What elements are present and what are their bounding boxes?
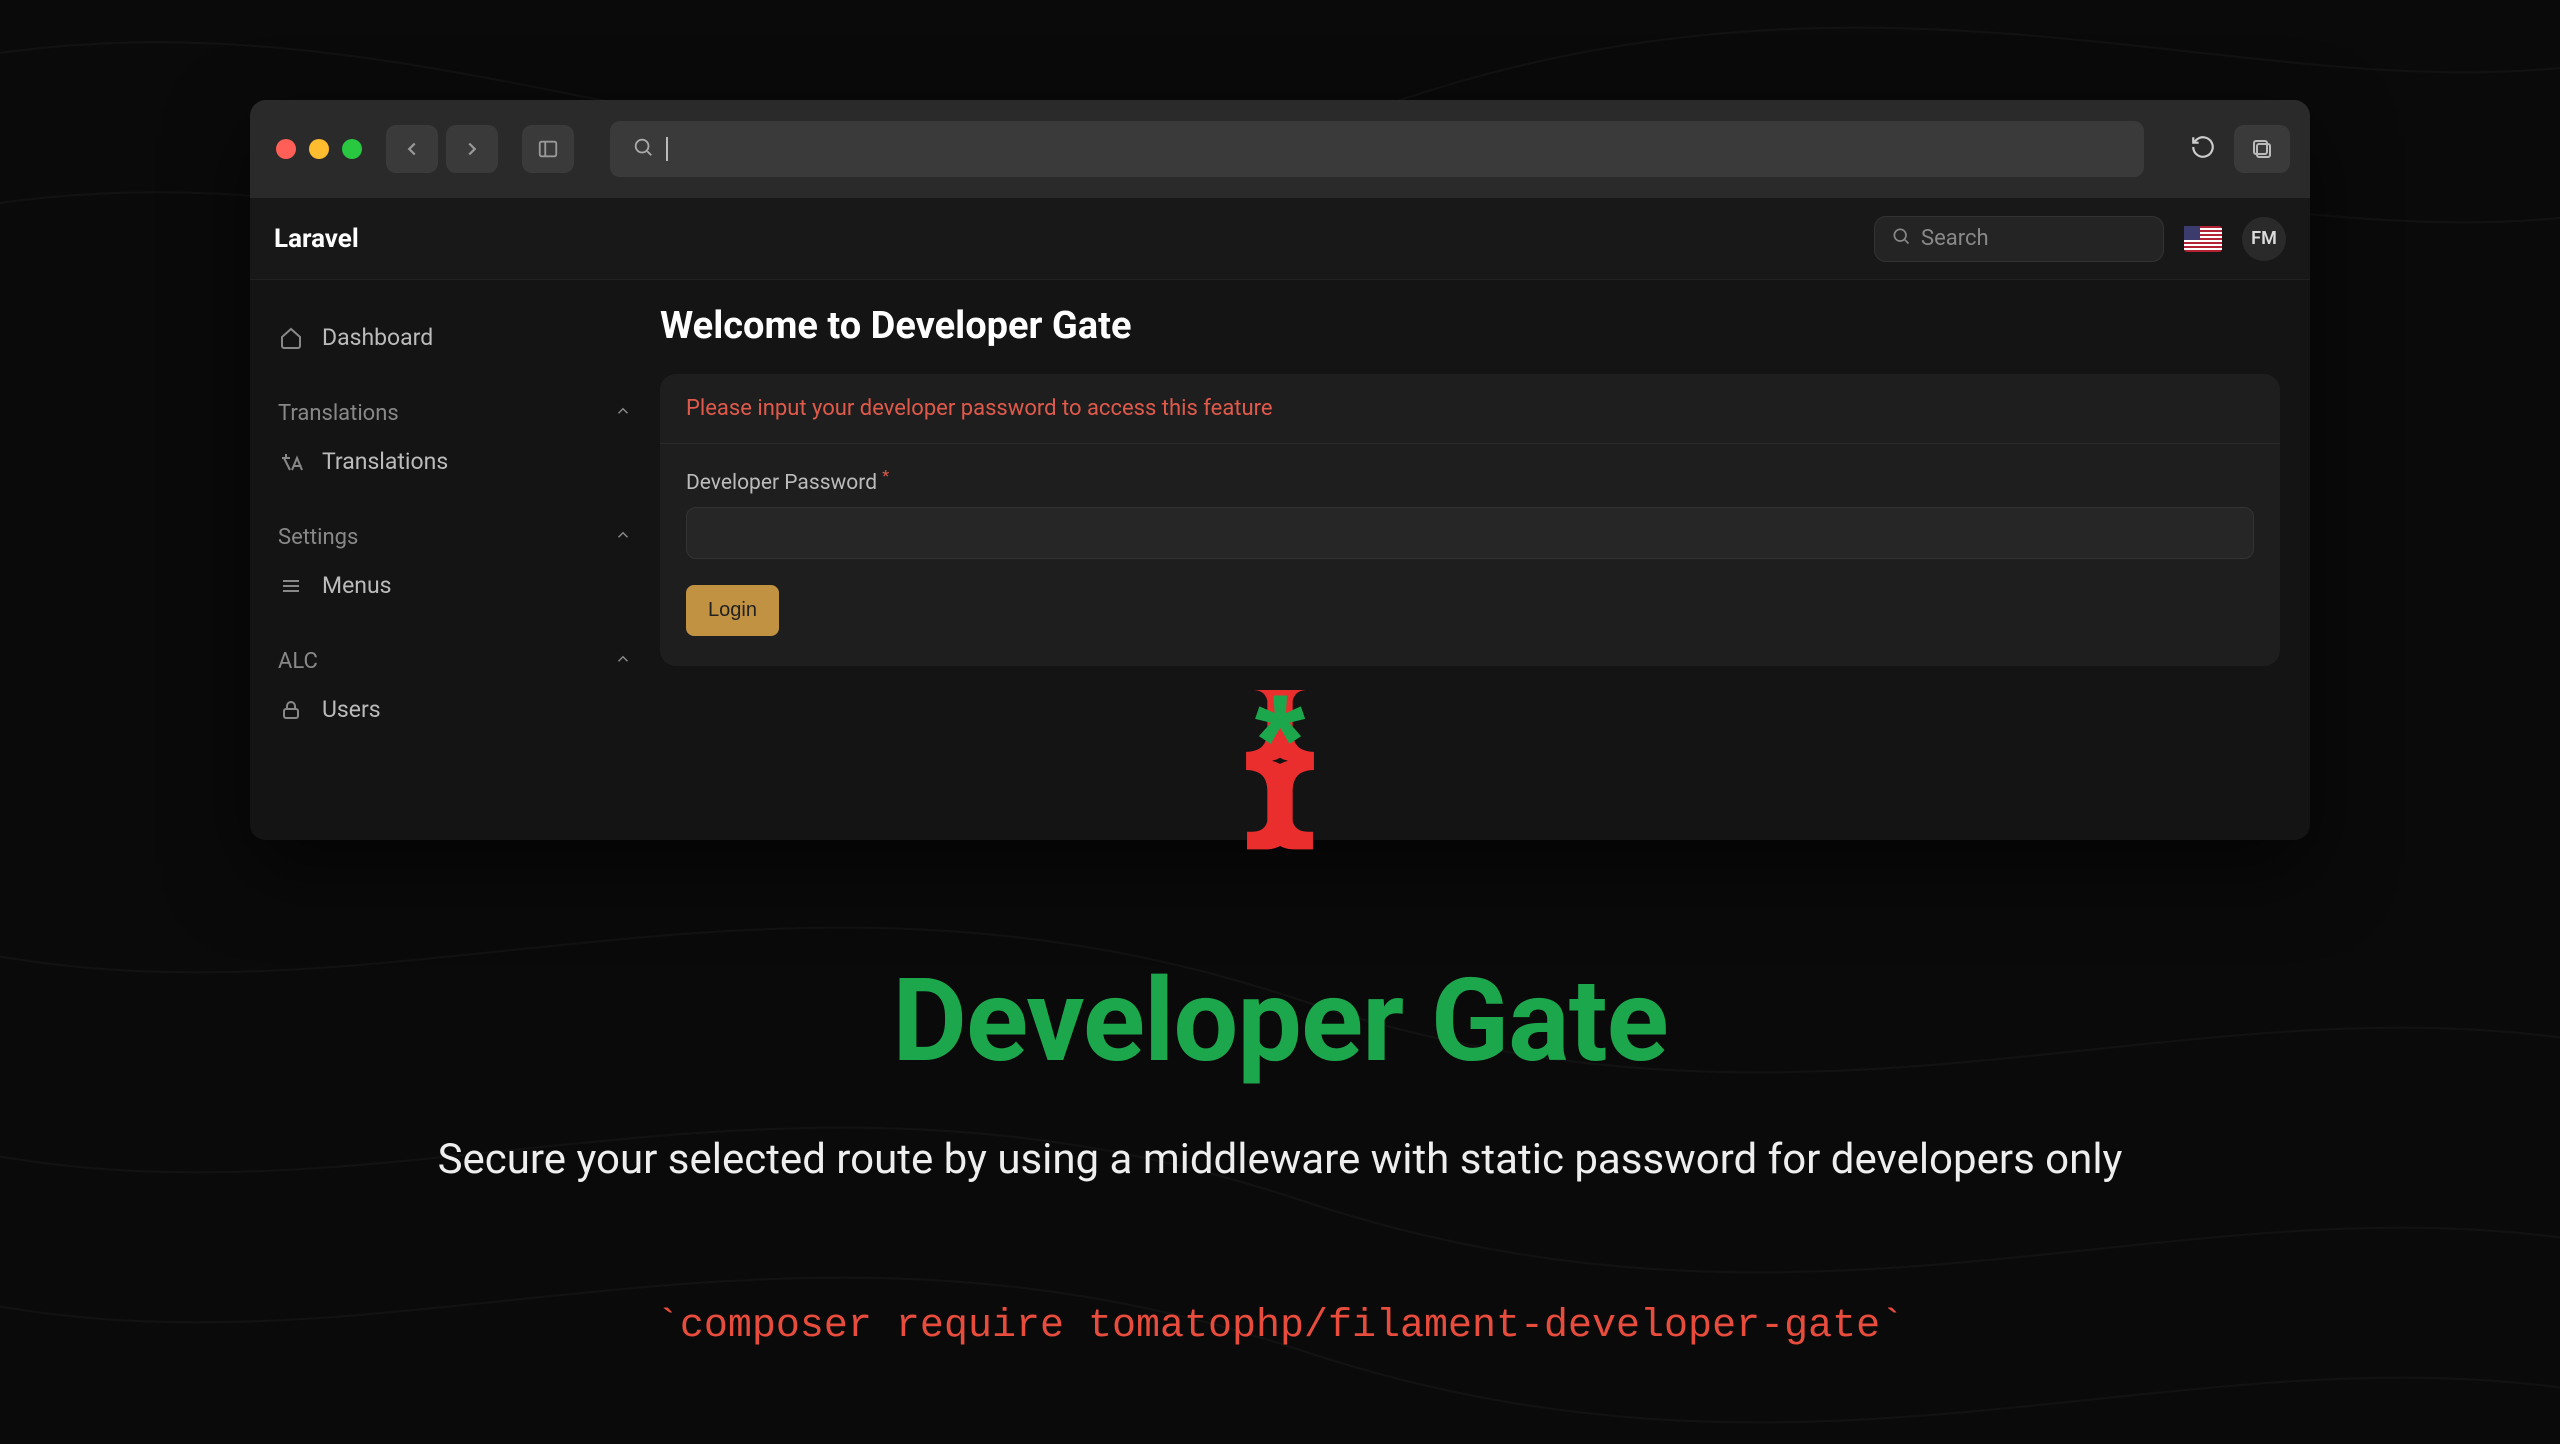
brand-logo-icon: { { * [438, 690, 2123, 914]
chevron-up-icon [614, 649, 632, 674]
tabs-button[interactable] [2234, 125, 2290, 173]
promo-title: Developer Gate [438, 954, 2123, 1089]
reload-button[interactable] [2190, 134, 2216, 164]
sidebar-section-settings[interactable]: Settings [268, 517, 642, 558]
sidebar-toggle-button[interactable] [522, 125, 574, 173]
nav-forward-button[interactable] [446, 125, 498, 173]
nav-back-button[interactable] [386, 125, 438, 173]
login-button[interactable]: Login [686, 585, 779, 636]
avatar[interactable]: FM [2242, 217, 2286, 261]
promo-section: { { * Developer Gate Secure your selecte… [438, 690, 2123, 1349]
avatar-initials: FM [2251, 228, 2277, 249]
home-icon [278, 325, 304, 351]
minimize-window-button[interactable] [309, 139, 329, 159]
developer-password-input[interactable] [686, 507, 2254, 559]
sidebar-item-label: Menus [322, 572, 392, 599]
sidebar-item-translations[interactable]: Translations [268, 434, 642, 489]
search-placeholder: Search [1921, 226, 1989, 251]
warning-message: Please input your developer password to … [660, 374, 2280, 444]
promo-command: `composer require tomatophp/filament-dev… [438, 1304, 2123, 1349]
search-input[interactable]: Search [1874, 216, 2164, 262]
traffic-lights [276, 139, 362, 159]
promo-subtitle: Secure your selected route by using a mi… [438, 1135, 2123, 1184]
locale-flag-us[interactable] [2184, 226, 2222, 252]
maximize-window-button[interactable] [342, 139, 362, 159]
password-label: Developer Password * [686, 466, 2254, 495]
brand-label: Laravel [274, 224, 359, 254]
svg-text:*: * [1255, 690, 1306, 813]
sidebar-item-dashboard[interactable]: Dashboard [268, 310, 642, 365]
sidebar-section-label: Translations [278, 401, 399, 426]
sidebar-item-label: Users [322, 696, 381, 723]
browser-titlebar [250, 100, 2310, 198]
sidebar-section-alc[interactable]: ALC [268, 641, 642, 682]
search-icon [1891, 226, 1911, 252]
lock-icon [278, 697, 304, 723]
sidebar-item-label: Dashboard [322, 324, 433, 351]
sidebar-item-menus[interactable]: Menus [268, 558, 642, 613]
page-title: Welcome to Developer Gate [660, 304, 2280, 348]
translate-icon [278, 449, 304, 475]
address-bar[interactable] [610, 121, 2144, 177]
sidebar-section-label: ALC [278, 649, 318, 674]
sidebar-item-label: Translations [322, 448, 448, 475]
cursor-icon [666, 137, 668, 161]
sidebar-section-label: Settings [278, 525, 358, 550]
menu-icon [278, 573, 304, 599]
chevron-up-icon [614, 401, 632, 426]
search-icon [632, 136, 654, 162]
sidebar-section-translations[interactable]: Translations [268, 393, 642, 434]
app-header: Laravel Search FM [250, 198, 2310, 280]
close-window-button[interactable] [276, 139, 296, 159]
chevron-up-icon [614, 525, 632, 550]
developer-gate-card: Please input your developer password to … [660, 374, 2280, 666]
